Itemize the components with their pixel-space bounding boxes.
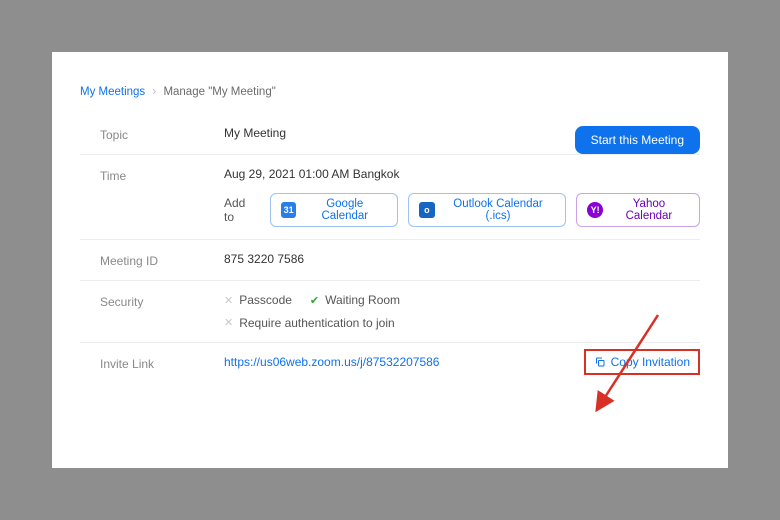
breadcrumb-separator: › xyxy=(152,86,156,98)
invite-link-value[interactable]: https://us06web.zoom.us/j/87532207586 xyxy=(224,355,439,369)
outlook-calendar-button[interactable]: o Outlook Calendar (.ics) xyxy=(408,193,566,227)
row-invite-link: Invite Link https://us06web.zoom.us/j/87… xyxy=(80,342,700,383)
x-icon: ✕ xyxy=(224,294,233,307)
security-require-auth-label: Require authentication to join xyxy=(239,316,394,330)
row-security: Security ✕ Passcode ✔ Waiting Room ✕ Req… xyxy=(80,280,700,342)
outlook-calendar-label: Outlook Calendar (.ics) xyxy=(441,198,556,222)
meeting-id-value: 875 3220 7586 xyxy=(224,252,700,266)
outlook-calendar-icon: o xyxy=(419,202,435,218)
google-calendar-icon: 31 xyxy=(281,202,297,218)
security-label: Security xyxy=(100,293,224,309)
check-icon: ✔ xyxy=(310,294,319,307)
copy-invitation-button[interactable]: Copy Invitation xyxy=(584,349,700,375)
topic-label: Topic xyxy=(100,126,224,142)
yahoo-calendar-icon: Y! xyxy=(587,202,603,218)
breadcrumb: My Meetings › Manage "My Meeting" xyxy=(80,86,700,98)
security-block: ✕ Passcode ✔ Waiting Room ✕ Require auth… xyxy=(224,293,700,330)
start-meeting-button[interactable]: Start this Meeting xyxy=(575,126,700,154)
google-calendar-label: Google Calendar xyxy=(302,198,387,222)
breadcrumb-root-link[interactable]: My Meetings xyxy=(80,86,145,98)
add-to-label: Add to xyxy=(224,196,258,224)
security-waiting-room-label: Waiting Room xyxy=(325,293,400,307)
breadcrumb-current: Manage "My Meeting" xyxy=(163,86,275,98)
security-waiting-room: ✔ Waiting Room xyxy=(310,293,400,307)
yahoo-calendar-label: Yahoo Calendar xyxy=(609,198,689,222)
meeting-id-label: Meeting ID xyxy=(100,252,224,268)
row-meeting-id: Meeting ID 875 3220 7586 xyxy=(80,239,700,280)
time-block: Aug 29, 2021 01:00 AM Bangkok Add to 31 … xyxy=(224,167,700,227)
security-require-auth: ✕ Require authentication to join xyxy=(224,316,395,330)
row-time: Time Aug 29, 2021 01:00 AM Bangkok Add t… xyxy=(80,154,700,239)
copy-icon xyxy=(594,356,606,368)
yahoo-calendar-button[interactable]: Y! Yahoo Calendar xyxy=(576,193,700,227)
time-value: Aug 29, 2021 01:00 AM Bangkok xyxy=(224,167,700,181)
google-calendar-button[interactable]: 31 Google Calendar xyxy=(270,193,398,227)
security-passcode: ✕ Passcode xyxy=(224,293,292,307)
add-to-line: Add to 31 Google Calendar o Outlook Cale… xyxy=(224,193,700,227)
x-icon: ✕ xyxy=(224,316,233,329)
time-label: Time xyxy=(100,167,224,183)
invite-link-label: Invite Link xyxy=(100,355,224,371)
security-passcode-label: Passcode xyxy=(239,293,292,307)
meeting-manage-panel: My Meetings › Manage "My Meeting" Start … xyxy=(52,52,728,468)
copy-invitation-label: Copy Invitation xyxy=(611,355,690,369)
